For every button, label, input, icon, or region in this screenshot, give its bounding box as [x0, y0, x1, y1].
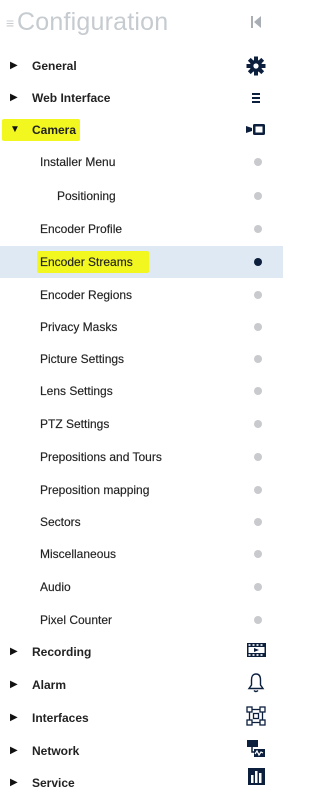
- menu-item-label: Interfaces: [32, 711, 89, 725]
- submenu-item-sectors[interactable]: Sectors: [0, 506, 283, 538]
- submenu-item-installer-menu[interactable]: Installer Menu: [0, 146, 283, 178]
- expand-arrow-icon: ▶: [10, 745, 18, 756]
- active-status-dot: [254, 258, 262, 266]
- expand-arrow-icon: ▶: [10, 679, 18, 690]
- menu-item-label: Service: [32, 776, 75, 790]
- submenu-item-audio[interactable]: Audio: [0, 571, 283, 603]
- menu-item-camera[interactable]: ▼ Camera: [0, 114, 283, 146]
- menu-item-label: General: [32, 59, 77, 73]
- submenu-item-label: Positioning: [57, 189, 116, 203]
- submenu-item-encoder-profile[interactable]: Encoder Profile: [0, 213, 283, 245]
- status-dot: [254, 387, 262, 395]
- gear-icon: [246, 56, 266, 76]
- submenu-item-label: Picture Settings: [40, 352, 125, 366]
- submenu-item-picture-settings[interactable]: Picture Settings: [0, 343, 283, 375]
- page-title: Configuration: [17, 8, 169, 36]
- status-dot: [254, 291, 262, 299]
- collapse-arrow-icon: ▼: [10, 124, 20, 135]
- submenu-item-encoder-streams[interactable]: Encoder Streams: [0, 246, 283, 278]
- menu-item-label: Web Interface: [32, 91, 111, 105]
- submenu-item-label: Lens Settings: [40, 384, 113, 398]
- expand-arrow-icon: ▶: [10, 60, 18, 71]
- status-dot: [254, 486, 262, 494]
- status-dot: [254, 158, 262, 166]
- menu-item-label: Alarm: [32, 678, 67, 692]
- submenu-item-label: Prepositions and Tours: [40, 450, 162, 464]
- submenu-item-label: Miscellaneous: [40, 547, 117, 561]
- list-icon: [252, 93, 260, 103]
- submenu-item-positioning[interactable]: Positioning: [0, 180, 283, 212]
- submenu-item-label: Preposition mapping: [40, 483, 150, 497]
- bell-icon: [247, 673, 265, 693]
- menu-item-alarm[interactable]: ▶ Alarm: [0, 669, 283, 701]
- status-dot: [254, 550, 262, 558]
- submenu-item-lens-settings[interactable]: Lens Settings: [0, 375, 283, 407]
- film-strip-icon: [247, 643, 266, 657]
- status-dot: [254, 192, 262, 200]
- submenu-item-label: Audio: [40, 580, 71, 594]
- expand-arrow-icon: ▶: [10, 92, 18, 103]
- bar-chart-icon: [248, 768, 265, 785]
- submenu-item-label: Encoder Regions: [40, 288, 133, 302]
- network-icon: [247, 740, 265, 757]
- menu-item-interfaces[interactable]: ▶ Interfaces: [0, 702, 283, 734]
- submenu-item-label: Encoder Profile: [40, 222, 123, 236]
- submenu-item-label: Pixel Counter: [40, 613, 113, 627]
- status-dot: [254, 616, 262, 624]
- status-dot: [254, 420, 262, 428]
- status-dot: [254, 583, 262, 591]
- menu-item-web-interface[interactable]: ▶ Web Interface: [0, 82, 283, 114]
- status-dot: [254, 355, 262, 363]
- interfaces-grid-icon: [246, 706, 266, 726]
- submenu-item-label: Sectors: [40, 515, 81, 529]
- status-dot: [254, 453, 262, 461]
- menu-item-label: Camera: [32, 123, 77, 137]
- submenu-item-prepositions-and-tours[interactable]: Prepositions and Tours: [0, 441, 283, 473]
- status-dot: [254, 323, 262, 331]
- expand-arrow-icon: ▶: [10, 777, 18, 788]
- submenu-item-ptz-settings[interactable]: PTZ Settings: [0, 408, 283, 440]
- camera-icon: [246, 124, 265, 135]
- collapse-panel-icon[interactable]: [249, 15, 263, 29]
- menu-item-network[interactable]: ▶ Network: [0, 735, 283, 767]
- submenu-item-privacy-masks[interactable]: Privacy Masks: [0, 311, 283, 343]
- submenu-item-label: Installer Menu: [40, 155, 116, 169]
- menu-item-label: Network: [32, 744, 80, 758]
- menu-lines-icon: ≡: [6, 15, 15, 31]
- submenu-item-preposition-mapping[interactable]: Preposition mapping: [0, 474, 283, 506]
- configuration-panel: ≡ Configuration ▶ General ▶ Web Interfac…: [0, 0, 283, 791]
- submenu-item-label: Encoder Streams: [40, 255, 133, 269]
- menu-item-label: Recording: [32, 645, 92, 659]
- menu-item-general[interactable]: ▶ General: [0, 50, 283, 82]
- submenu-item-pixel-counter[interactable]: Pixel Counter: [0, 604, 283, 636]
- submenu-item-encoder-regions[interactable]: Encoder Regions: [0, 279, 283, 311]
- expand-arrow-icon: ▶: [10, 646, 18, 657]
- status-dot: [254, 518, 262, 526]
- submenu-item-label: PTZ Settings: [40, 417, 110, 431]
- submenu-item-label: Privacy Masks: [40, 320, 118, 334]
- expand-arrow-icon: ▶: [10, 712, 18, 723]
- menu-item-recording[interactable]: ▶ Recording: [0, 636, 283, 668]
- submenu-item-miscellaneous[interactable]: Miscellaneous: [0, 538, 283, 570]
- status-dot: [254, 225, 262, 233]
- panel-header: ≡ Configuration: [0, 0, 283, 50]
- menu-item-service[interactable]: ▶ Service: [0, 767, 283, 791]
